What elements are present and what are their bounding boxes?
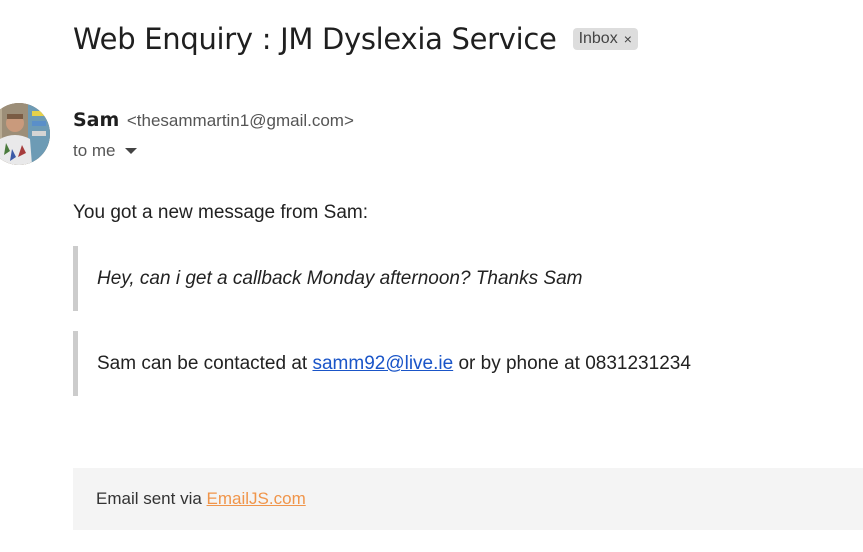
avatar-photo	[0, 103, 50, 165]
message-intro: You got a new message from Sam:	[73, 202, 369, 223]
sender-line: Sam <thesammartin1@gmail.com>	[73, 109, 354, 132]
email-subject: Web Enquiry : JM Dyslexia Service	[73, 22, 557, 56]
footer-prefix: Email sent via	[96, 489, 207, 508]
contact-email-link[interactable]: samm92@live.ie	[312, 353, 453, 374]
inbox-label-text: Inbox	[578, 29, 618, 47]
emailjs-link[interactable]: EmailJS.com	[207, 489, 306, 508]
recipient-details-toggle[interactable]: to me	[73, 141, 137, 161]
caret-down-icon[interactable]	[124, 148, 137, 154]
subject-row: Web Enquiry : JM Dyslexia Service Inbox …	[73, 22, 638, 56]
sender-avatar[interactable]	[0, 103, 50, 165]
recipient-text: to me	[73, 141, 116, 160]
email-footer: Email sent via EmailJS.com	[73, 468, 863, 530]
message-text: Hey, can i get a callback Monday afterno…	[97, 268, 583, 289]
sender-email: <thesammartin1@gmail.com>	[126, 111, 354, 130]
email-view: Web Enquiry : JM Dyslexia Service Inbox …	[0, 0, 863, 552]
close-icon[interactable]: ×	[624, 32, 632, 46]
contact-prefix: Sam can be contacted at	[97, 353, 313, 374]
inbox-label-chip[interactable]: Inbox ×	[572, 28, 638, 50]
contact-suffix: or by phone at 0831231234	[453, 353, 691, 374]
contact-quote: Sam can be contacted at samm92@live.ie o…	[73, 331, 691, 396]
sender-name[interactable]: Sam	[73, 109, 119, 131]
message-quote: Hey, can i get a callback Monday afterno…	[73, 246, 673, 311]
